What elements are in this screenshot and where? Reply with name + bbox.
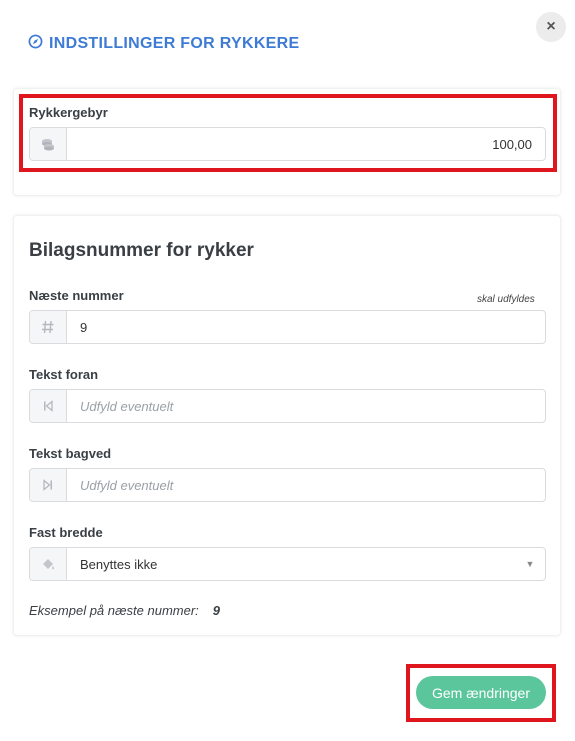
fixed-width-select[interactable]: Benyttes ikke ▼ (29, 547, 546, 581)
chevron-down-icon: ▼ (525, 559, 535, 569)
suffix-group: Udfyld eventuelt (29, 468, 546, 502)
suffix-input[interactable]: Udfyld eventuelt (67, 469, 545, 501)
paint-bucket-icon (30, 548, 67, 580)
hash-icon (30, 311, 67, 343)
required-hint: skal udfyldes (477, 294, 535, 305)
prefix-label: Tekst foran (29, 367, 99, 382)
close-button[interactable]: × (536, 12, 566, 42)
compass-icon (28, 34, 43, 54)
fixed-width-label: Fast bredde (29, 525, 103, 540)
step-backward-icon (30, 390, 67, 422)
save-button[interactable]: Gem ændringer (416, 676, 546, 709)
example-value: 9 (212, 603, 221, 618)
suffix-label: Tekst bagved (29, 446, 112, 461)
fee-input[interactable]: 100,00 (67, 128, 545, 160)
next-number-input[interactable]: 9 (67, 311, 545, 343)
next-number-group: 9 (29, 310, 546, 344)
prefix-input[interactable]: Udfyld eventuelt (67, 390, 545, 422)
dialog-title: INDSTILLINGER FOR RYKKERE (28, 34, 299, 54)
close-icon: × (546, 18, 556, 35)
step-forward-icon (30, 469, 67, 501)
coins-icon (30, 128, 67, 160)
example-label: Eksempel på næste nummer: (29, 603, 199, 618)
fee-input-group: 100,00 (29, 127, 546, 161)
fee-label: Rykkergebyr (29, 105, 108, 120)
fixed-width-value: Benyttes ikke (80, 556, 158, 572)
next-number-label: Næste nummer (29, 288, 124, 303)
example-row: Eksempel på næste nummer: 9 (29, 603, 220, 618)
section-heading: Bilagsnummer for rykker (29, 240, 254, 261)
prefix-group: Udfyld eventuelt (29, 389, 546, 423)
dialog-title-text: INDSTILLINGER FOR RYKKERE (49, 35, 300, 52)
